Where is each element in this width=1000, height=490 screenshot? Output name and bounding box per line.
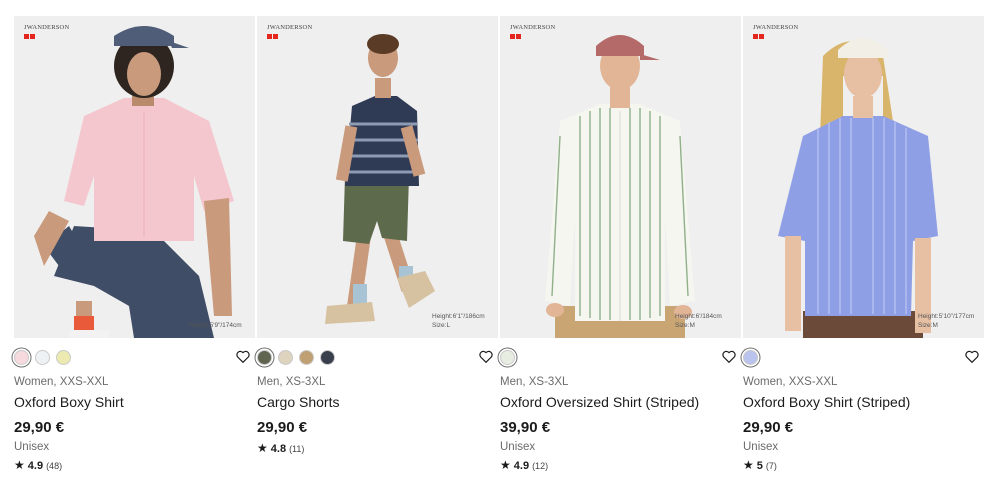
color-swatch[interactable] — [299, 349, 314, 365]
product-price: 39,90 € — [500, 419, 551, 436]
brand-wordmark: JWANDERSON — [267, 24, 313, 31]
model-size: Size:M — [675, 322, 695, 329]
brand-wordmark: JWANDERSON — [24, 24, 70, 31]
color-swatches — [257, 349, 335, 365]
brand-logo — [510, 34, 570, 39]
model-photo-illustration — [500, 16, 741, 338]
product-name[interactable]: Cargo Shorts — [257, 394, 339, 410]
product-category: Women, XXS-XXL — [14, 376, 109, 388]
color-swatch[interactable] — [320, 349, 335, 365]
product-rating: ★ 5 (7) — [743, 458, 777, 472]
product-rating: ★ 4.9 (12) — [500, 458, 548, 472]
model-info: Height:6'/184cm Size:M — [675, 312, 733, 330]
rating-value: 4.8 — [270, 443, 287, 455]
model-height: Height:6'1"/186cm — [432, 313, 485, 320]
model-photo-illustration — [257, 16, 498, 338]
product-card[interactable]: JWANDERSON Height:5'10"/177cm Size:M Wom… — [743, 16, 984, 486]
color-swatch[interactable] — [743, 349, 758, 365]
product-image[interactable]: JWANDERSON Height:6'1"/186cm Size:L — [257, 16, 498, 338]
color-swatches — [500, 349, 515, 365]
product-image[interactable]: JWANDERSON Height:5'10"/177cm Size:M — [743, 16, 984, 338]
product-gender: Unisex — [14, 441, 50, 453]
brand-wordmark: JWANDERSON — [510, 24, 556, 31]
product-card[interactable]: JWANDERSON Height:5'9"/174cm Women, XXS-… — [14, 16, 255, 486]
product-card[interactable]: JWANDERSON Height:6'1"/186cm Size:L Men,… — [257, 16, 498, 486]
product-rating: ★ 4.8 (11) — [257, 441, 304, 455]
color-swatches — [743, 349, 758, 365]
color-swatch[interactable] — [278, 349, 293, 365]
model-height: Height:6'/184cm — [675, 313, 722, 320]
model-photo-illustration — [14, 16, 255, 338]
product-image[interactable]: JWANDERSON Height:6'/184cm Size:M — [500, 16, 741, 338]
product-price: 29,90 € — [257, 419, 308, 436]
product-category: Men, XS-3XL — [500, 376, 569, 388]
star-icon: ★ — [500, 458, 511, 472]
review-count: (12) — [532, 461, 549, 471]
review-count: (7) — [765, 461, 777, 471]
brand-logo — [753, 34, 813, 39]
product-rating: ★ 4.9 (48) — [14, 458, 62, 472]
color-swatch[interactable] — [257, 349, 272, 365]
color-swatches — [14, 349, 71, 365]
product-name[interactable]: Oxford Boxy Shirt — [14, 394, 124, 410]
brand-logo — [267, 34, 327, 39]
model-photo-illustration — [743, 16, 984, 338]
wishlist-button[interactable] — [964, 349, 980, 365]
color-swatch[interactable] — [35, 349, 50, 365]
brand-logo — [24, 34, 84, 39]
review-count: (48) — [46, 461, 63, 471]
brand-wordmark: JWANDERSON — [753, 24, 799, 31]
product-gender: Unisex — [500, 441, 536, 453]
heart-outline-icon — [965, 350, 979, 363]
product-gender: Unisex — [743, 441, 779, 453]
wishlist-button[interactable] — [721, 349, 737, 365]
product-category: Women, XXS-XXL — [743, 376, 838, 388]
model-size: Size:L — [432, 322, 451, 329]
star-icon: ★ — [14, 458, 25, 472]
product-price: 29,90 € — [743, 419, 794, 436]
star-icon: ★ — [743, 458, 754, 472]
product-grid: JWANDERSON Height:5'9"/174cm Women, XXS-… — [14, 16, 986, 486]
model-info: Height:6'1"/186cm Size:L — [432, 312, 490, 330]
model-height: Height:5'9"/174cm — [189, 322, 242, 329]
heart-outline-icon — [479, 350, 493, 363]
model-info: Height:5'10"/177cm Size:M — [918, 312, 976, 330]
color-swatch[interactable] — [500, 349, 515, 365]
brand-mark: JWANDERSON — [24, 24, 84, 39]
review-count: (11) — [289, 444, 305, 454]
model-height: Height:5'10"/177cm — [918, 313, 975, 320]
star-icon: ★ — [257, 441, 268, 455]
product-image[interactable]: JWANDERSON Height:5'9"/174cm — [14, 16, 255, 338]
wishlist-button[interactable] — [235, 349, 251, 365]
color-swatch[interactable] — [56, 349, 71, 365]
model-size: Size:M — [918, 322, 938, 329]
wishlist-button[interactable] — [478, 349, 494, 365]
heart-outline-icon — [722, 350, 736, 363]
product-name[interactable]: Oxford Oversized Shirt (Striped) — [500, 394, 699, 410]
brand-mark: JWANDERSON — [510, 24, 570, 39]
brand-mark: JWANDERSON — [753, 24, 813, 39]
product-name[interactable]: Oxford Boxy Shirt (Striped) — [743, 394, 910, 410]
rating-value: 4.9 — [27, 460, 44, 472]
color-swatch[interactable] — [14, 349, 29, 365]
brand-mark: JWANDERSON — [267, 24, 327, 39]
rating-value: 4.9 — [513, 460, 530, 472]
product-card[interactable]: JWANDERSON Height:6'/184cm Size:M Men, X… — [500, 16, 741, 486]
rating-value: 5 — [756, 460, 763, 472]
model-info: Height:5'9"/174cm — [189, 321, 247, 330]
product-price: 29,90 € — [14, 419, 65, 436]
heart-outline-icon — [236, 350, 250, 363]
product-category: Men, XS-3XL — [257, 376, 326, 388]
